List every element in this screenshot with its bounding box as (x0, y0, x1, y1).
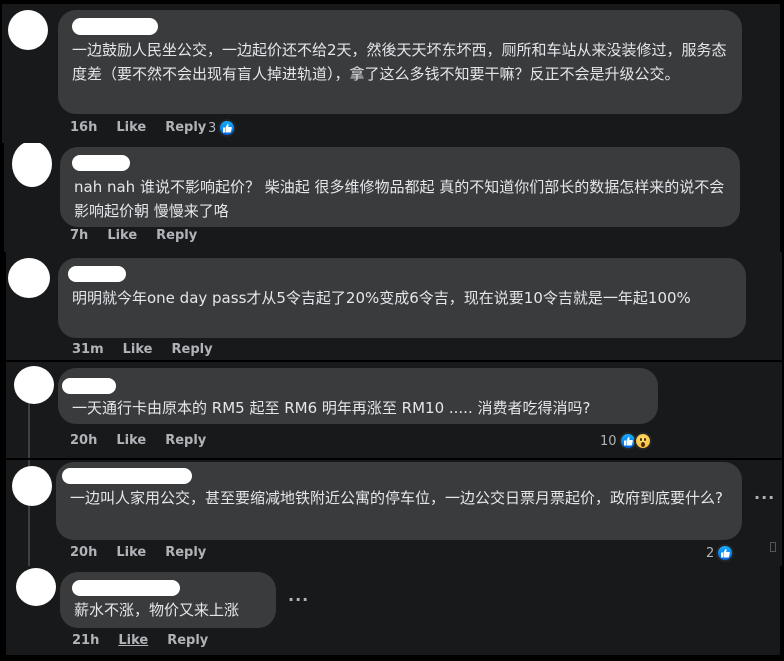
reaction-count: 10 (600, 433, 617, 449)
comment-panel-4: 一天通行卡由原本的 RM5 起至 RM6 明年再涨至 RM10 ..... 消费… (6, 362, 782, 458)
like-button[interactable]: Like (116, 433, 146, 448)
reply-button[interactable]: Reply (172, 342, 213, 357)
comment-text: 明明就今年one day pass才从5令吉起了20%变成6令吉，现在说要10令… (72, 289, 691, 307)
comment-text: 一边鼓励人民坐公交，一边起价还不给2天，然後天天坏东坏西，厕所和车站从来没装修过… (72, 41, 727, 83)
like-button[interactable]: Like (116, 545, 146, 560)
comment-text: 薪水不涨，物价又来上涨 (74, 601, 240, 619)
comment-bubble: 一天通行卡由原本的 RM5 起至 RM6 明年再涨至 RM10 ..... 消费… (58, 368, 658, 424)
comment-bubble: 一边鼓励人民坐公交，一边起价还不给2天，然後天天坏东坏西，厕所和车站从来没装修过… (58, 10, 742, 114)
comment-panel-6: 薪水不涨，物价又来上涨 ··· 21h Like Reply (6, 566, 780, 655)
commenter-name[interactable] (68, 266, 126, 282)
avatar[interactable] (8, 258, 50, 298)
reaction-count: 2 (706, 545, 715, 561)
reply-button[interactable]: Reply (165, 120, 206, 135)
reply-button[interactable]: Reply (165, 545, 206, 560)
thread-connector (28, 402, 30, 458)
comment-timestamp[interactable]: 20h (70, 433, 97, 448)
commenter-name[interactable] (62, 468, 192, 484)
comment-text: 一边叫人家用公交，甚至要缩减地铁附近公寓的停车位，一边公交日票月票起价，政府到底… (70, 489, 723, 507)
thumbs-up-icon (716, 544, 735, 562)
comment-panel-5: 一边叫人家用公交，甚至要缩减地铁附近公寓的停车位，一边公交日票月票起价，政府到底… (6, 460, 782, 566)
like-button[interactable]: Like (118, 633, 148, 648)
avatar[interactable] (16, 568, 56, 606)
screenshot-canvas: 一边鼓励人民坐公交，一边起价还不给2天，然後天天坏东坏西，厕所和车站从来没装修过… (0, 0, 784, 661)
comment-actions: 31m Like Reply (72, 342, 213, 357)
like-button[interactable]: Like (107, 228, 137, 243)
comment-bubble: 薪水不涨，物价又来上涨 (60, 572, 276, 628)
thumbs-up-icon (218, 119, 237, 137)
reply-button[interactable]: Reply (165, 433, 206, 448)
comment-bubble: 明明就今年one day pass才从5令吉起了20%变成6令吉，现在说要10令… (58, 258, 746, 338)
comment-text: nah nah 谁说不影响起价？ 柴油起 很多维修物品都起 真的不知道你们部长的… (74, 178, 725, 220)
comment-actions: 20h Like Reply (70, 545, 206, 560)
commenter-name[interactable] (72, 580, 180, 596)
comment-actions: 16h Like Reply (70, 120, 206, 135)
reply-button[interactable]: Reply (156, 228, 197, 243)
comment-timestamp[interactable]: 16h (70, 120, 97, 135)
avatar[interactable] (12, 143, 52, 187)
comment-text: 一天通行卡由原本的 RM5 起至 RM6 明年再涨至 RM10 ..... 消费… (72, 399, 591, 417)
avatar[interactable] (8, 10, 48, 50)
reaction-summary[interactable]: 3 (208, 119, 237, 137)
commenter-name[interactable] (72, 18, 158, 35)
avatar[interactable] (12, 466, 52, 506)
commenter-name[interactable] (62, 378, 116, 394)
scrollbar-handle[interactable] (770, 542, 776, 552)
reaction-count: 3 (208, 120, 217, 136)
comment-timestamp[interactable]: 21h (72, 633, 99, 648)
comment-bubble: nah nah 谁说不影响起价？ 柴油起 很多维修物品都起 真的不知道你们部长的… (60, 147, 740, 227)
comment-panel-3: 明明就今年one day pass才从5令吉起了20%变成6令吉，现在说要10令… (6, 252, 782, 360)
comment-panel-2: nah nah 谁说不影响起价？ 柴油起 很多维修物品都起 真的不知道你们部长的… (4, 143, 780, 252)
comment-panel-1: 一边鼓励人民坐公交，一边起价还不给2天，然後天天坏东坏西，厕所和车站从来没装修过… (2, 4, 780, 143)
comment-actions: 20h Like Reply (70, 433, 206, 448)
comment-timestamp[interactable]: 31m (72, 342, 104, 357)
comment-timestamp[interactable]: 7h (70, 228, 88, 243)
more-options-icon[interactable]: ··· (754, 488, 775, 507)
reply-button[interactable]: Reply (167, 633, 208, 648)
avatar[interactable] (14, 366, 54, 404)
reaction-summary[interactable]: 2 (706, 544, 735, 562)
wow-face-icon (633, 432, 652, 450)
reaction-summary[interactable]: 10 (600, 432, 652, 450)
comment-timestamp[interactable]: 20h (70, 545, 97, 560)
like-button[interactable]: Like (116, 120, 146, 135)
commenter-name[interactable] (72, 155, 130, 171)
like-button[interactable]: Like (123, 342, 153, 357)
comment-actions: 21h Like Reply (72, 633, 208, 648)
comment-bubble: 一边叫人家用公交，甚至要缩减地铁附近公寓的停车位，一边公交日票月票起价，政府到底… (56, 462, 742, 540)
comment-actions: 7h Like Reply (70, 228, 197, 243)
more-options-icon[interactable]: ··· (288, 590, 309, 609)
